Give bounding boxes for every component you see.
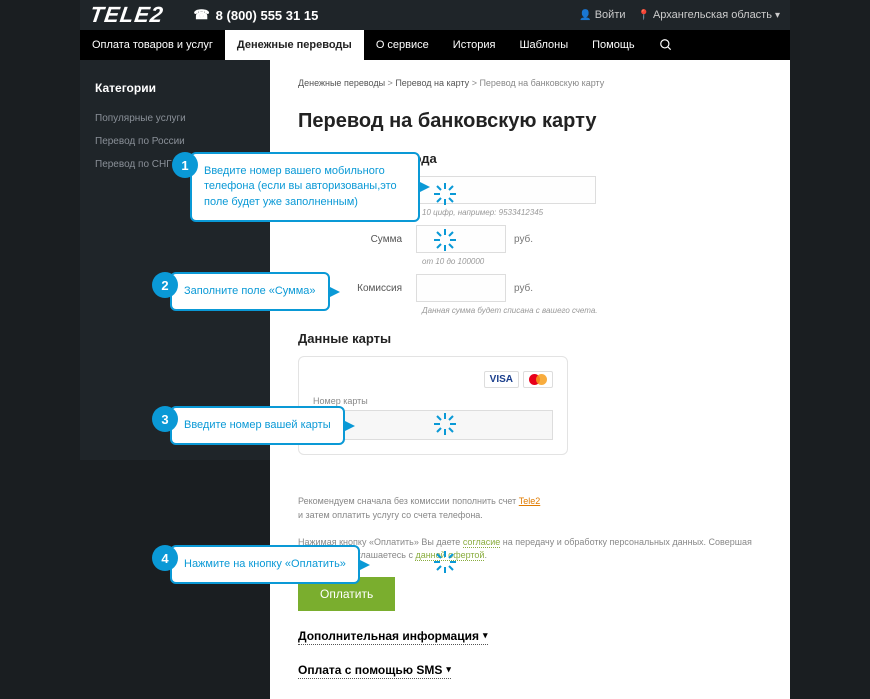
step-3-badge: 3 (152, 406, 178, 432)
step-4-text: Нажмите на кнопку «Оплатить» (170, 545, 360, 584)
support-phone: ☎ 8 (800) 555 31 15 (193, 7, 579, 23)
crumb-1[interactable]: Денежные переводы (298, 78, 385, 88)
crumb-2[interactable]: Перевод на карту (395, 78, 469, 88)
breadcrumb: Денежные переводы > Перевод на карту > П… (298, 78, 762, 88)
chevron-down-icon: ▾ (446, 664, 451, 675)
region-selector[interactable]: 📍Архангельская область ▾ (638, 9, 780, 21)
step-2: 2 Заполните поле «Сумма» (152, 272, 330, 311)
step-2-badge: 2 (152, 272, 178, 298)
extra-info-toggle[interactable]: Дополнительная информация▾ (298, 629, 488, 645)
phone-icon: ☎ (193, 7, 209, 23)
step-1-target-icon (434, 183, 456, 205)
chevron-down-icon: ▾ (483, 630, 488, 641)
chevron-down-icon: ▾ (775, 10, 780, 21)
card-number-label: Номер карты (313, 396, 553, 406)
sidebar: Категории Популярные услуги Перевод по Р… (80, 60, 270, 460)
amount-unit: руб. (514, 234, 533, 245)
visa-logo: VISA (484, 371, 519, 388)
nav-goods[interactable]: Оплата товаров и услуг (80, 30, 225, 60)
nav-templates[interactable]: Шаблоны (507, 30, 580, 60)
top-bar: TELE2 ☎ 8 (800) 555 31 15 👤Войти 📍Арханг… (80, 0, 790, 30)
nav-transfers[interactable]: Денежные переводы (225, 30, 364, 60)
commission-input (416, 274, 506, 302)
nav-search[interactable] (647, 30, 685, 60)
search-icon (659, 38, 673, 52)
note-block: Рекомендуем сначала без комиссии пополни… (298, 495, 762, 563)
section-card: Данные карты (298, 331, 762, 346)
user-icon: 👤 (579, 10, 591, 21)
sidebar-title: Категории (80, 75, 270, 107)
mastercard-logo (523, 371, 553, 388)
nav-about[interactable]: О сервисе (364, 30, 441, 60)
amount-label: Сумма (298, 234, 408, 245)
step-4-target-icon (434, 551, 456, 573)
phone-hint: 10 цифр, например: 9533412345 (422, 208, 762, 217)
step-3-target-icon (434, 413, 456, 435)
pin-icon: 📍 (638, 10, 650, 21)
main-nav: Оплата товаров и услуг Денежные переводы… (80, 30, 790, 60)
sidebar-popular[interactable]: Популярные услуги (80, 107, 270, 130)
step-2-target-icon (434, 229, 456, 251)
step-2-text: Заполните поле «Сумма» (170, 272, 330, 311)
sidebar-russia[interactable]: Перевод по России (80, 130, 270, 153)
commission-hint: Данная сумма будет списана с вашего счет… (422, 306, 762, 315)
consent-link[interactable]: согласие (463, 537, 500, 548)
logo: TELE2 (90, 2, 163, 28)
tele2-link[interactable]: Tele2 (519, 496, 541, 506)
step-4-badge: 4 (152, 545, 178, 571)
step-3: 3 Введите номер вашей карты (152, 406, 345, 445)
nav-history[interactable]: История (441, 30, 508, 60)
amount-input[interactable] (416, 225, 506, 253)
step-3-text: Введите номер вашей карты (170, 406, 345, 445)
step-1-badge: 1 (172, 152, 198, 178)
crumb-3: Перевод на банковскую карту (479, 78, 604, 88)
page-title: Перевод на банковскую карту (298, 110, 762, 133)
step-1-text: Введите номер вашего мобильного телефона… (190, 152, 420, 222)
login-link[interactable]: 👤Войти (579, 9, 625, 21)
step-1: 1 Введите номер вашего мобильного телефо… (172, 152, 420, 222)
phone-number: 8 (800) 555 31 15 (216, 8, 319, 23)
nav-help[interactable]: Помощь (580, 30, 647, 60)
commission-unit: руб. (514, 283, 533, 294)
step-4: 4 Нажмите на кнопку «Оплатить» (152, 545, 360, 584)
amount-hint: от 10 до 100000 (422, 257, 762, 266)
